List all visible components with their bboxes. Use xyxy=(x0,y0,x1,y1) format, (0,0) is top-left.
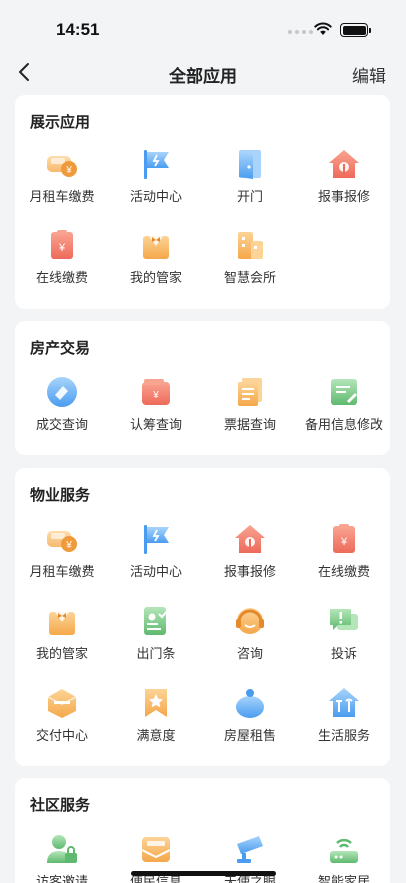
app-label: 交付中心 xyxy=(35,728,88,743)
app-label: 智慧会所 xyxy=(223,270,276,285)
status-bar: 14:51 xyxy=(0,0,406,58)
camera-icon xyxy=(237,836,263,863)
app-activity-center[interactable]: 活动中心 xyxy=(109,147,203,205)
svg-text:¥: ¥ xyxy=(340,536,348,548)
app-label: 认筹查询 xyxy=(129,417,182,432)
edit-button[interactable]: 编辑 xyxy=(352,62,386,87)
house-rent-icon xyxy=(236,689,264,718)
satisfaction-icon xyxy=(145,689,167,717)
page-title: 全部应用 xyxy=(169,67,237,86)
app-label: 我的管家 xyxy=(129,270,182,285)
app-report-repair[interactable]: 报事报修 xyxy=(203,522,297,580)
house-repair-icon xyxy=(235,525,265,553)
app-label: 生活服务 xyxy=(317,728,370,743)
app-label: 智能家居 xyxy=(317,874,370,883)
app-label: 成交查询 xyxy=(35,417,88,432)
section-property-service: 物业服务 ¥ 月租车缴费 活动中心 报事报修 ¥ 在线缴费 我的管家 出门条 咨… xyxy=(15,468,390,766)
exit-pass-icon xyxy=(144,607,169,635)
app-deal-query[interactable]: 成交查询 xyxy=(15,375,109,433)
butler-icon xyxy=(49,612,75,635)
deal-query-icon xyxy=(47,377,77,407)
app-satisfaction[interactable]: 满意度 xyxy=(109,686,203,744)
app-receipt-query[interactable]: 票据查询 xyxy=(203,375,297,433)
status-time: 14:51 xyxy=(56,20,100,39)
section-property-trade: 房产交易 成交查询 ¥ 认筹查询 票据查询 备用信息修改 xyxy=(15,321,390,455)
bill-pay-icon: ¥ xyxy=(51,230,73,259)
app-online-payment[interactable]: ¥ 在线缴费 xyxy=(297,522,391,580)
app-house-rent-sale[interactable]: 房屋租售 xyxy=(203,686,297,744)
app-report-repair[interactable]: 报事报修 xyxy=(297,147,391,205)
app-label: 咨询 xyxy=(236,646,263,661)
complaint-icon xyxy=(330,609,358,630)
app-complaint[interactable]: 投诉 xyxy=(297,604,391,662)
app-label: 在线缴费 xyxy=(317,564,370,579)
wallet-icon: ¥ xyxy=(142,379,170,405)
app-label: 活动中心 xyxy=(129,189,182,204)
app-consult[interactable]: 咨询 xyxy=(203,604,297,662)
app-my-butler[interactable]: 我的管家 xyxy=(109,228,203,286)
signal-dots-icon xyxy=(288,30,313,34)
app-label: 活动中心 xyxy=(129,564,182,579)
flag-icon xyxy=(144,525,169,554)
section-showcase-apps: 展示应用 ¥ 月租车缴费 活动中心 开门 报事报修 ¥ 在线缴费 我的管家 智慧… xyxy=(15,95,390,309)
router-icon xyxy=(330,838,358,863)
app-smart-clubhouse[interactable]: 智慧会所 xyxy=(203,228,297,286)
app-life-service[interactable]: 生活服务 xyxy=(297,686,391,744)
wifi-icon xyxy=(314,22,332,35)
car-pay-icon: ¥ xyxy=(47,156,77,177)
app-label: 在线缴费 xyxy=(35,270,88,285)
app-label: 投诉 xyxy=(330,646,357,661)
app-label: 备用信息修改 xyxy=(304,417,383,432)
app-open-door[interactable]: 开门 xyxy=(203,147,297,205)
app-label: 月租车缴费 xyxy=(29,189,95,204)
app-label: 开门 xyxy=(236,189,263,204)
app-label: 我的管家 xyxy=(35,646,88,661)
info-mail-icon xyxy=(141,837,171,862)
house-repair-icon xyxy=(329,150,359,178)
app-label: 报事报修 xyxy=(317,189,370,204)
section-title: 展示应用 xyxy=(30,114,91,131)
app-label: 访客邀请 xyxy=(35,874,88,883)
app-label: 出门条 xyxy=(136,646,176,661)
home-indicator[interactable] xyxy=(131,871,276,876)
door-icon xyxy=(239,150,261,179)
headset-icon xyxy=(236,608,264,634)
app-label: 票据查询 xyxy=(223,417,276,432)
svg-text:¥: ¥ xyxy=(58,242,66,254)
app-online-payment[interactable]: ¥ 在线缴费 xyxy=(15,228,109,286)
app-edit-backup-info[interactable]: 备用信息修改 xyxy=(297,375,391,433)
app-delivery-center[interactable]: 交付中心 xyxy=(15,686,109,744)
section-title: 房产交易 xyxy=(30,340,91,357)
app-smart-home[interactable]: 智能家居 xyxy=(297,832,391,883)
app-exit-pass[interactable]: 出门条 xyxy=(109,604,203,662)
nav-bar: 全部应用 编辑 xyxy=(0,58,406,88)
bill-pay-icon: ¥ xyxy=(333,524,355,553)
edit-info-icon xyxy=(331,379,357,405)
app-visitor-invite[interactable]: 访客邀请 xyxy=(15,832,109,883)
butler-icon xyxy=(143,236,169,259)
delivery-icon xyxy=(47,689,77,718)
app-label: 房屋租售 xyxy=(223,728,276,743)
clubhouse-icon xyxy=(238,232,263,259)
svg-text:¥: ¥ xyxy=(65,165,72,176)
flag-icon xyxy=(144,150,169,179)
life-service-icon xyxy=(329,688,359,717)
svg-text:¥: ¥ xyxy=(65,540,72,551)
app-label: 报事报修 xyxy=(223,564,276,579)
car-pay-icon: ¥ xyxy=(47,531,77,552)
section-community-service: 社区服务 访客邀请 便民信息 天使之眼 智能家居 xyxy=(15,778,390,883)
battery-icon xyxy=(340,23,371,37)
visitor-icon xyxy=(47,835,77,863)
app-activity-center[interactable]: 活动中心 xyxy=(109,522,203,580)
app-subscription-query[interactable]: ¥ 认筹查询 xyxy=(109,375,203,433)
app-label: 月租车缴费 xyxy=(29,564,95,579)
receipt-icon xyxy=(238,378,262,406)
section-title: 社区服务 xyxy=(30,797,91,814)
section-title: 物业服务 xyxy=(30,487,91,504)
app-my-butler[interactable]: 我的管家 xyxy=(15,604,109,662)
app-monthly-parking-pay[interactable]: ¥ 月租车缴费 xyxy=(15,522,109,580)
app-label: 满意度 xyxy=(136,728,176,743)
app-monthly-parking-pay[interactable]: ¥ 月租车缴费 xyxy=(15,147,109,205)
svg-text:¥: ¥ xyxy=(152,390,159,401)
